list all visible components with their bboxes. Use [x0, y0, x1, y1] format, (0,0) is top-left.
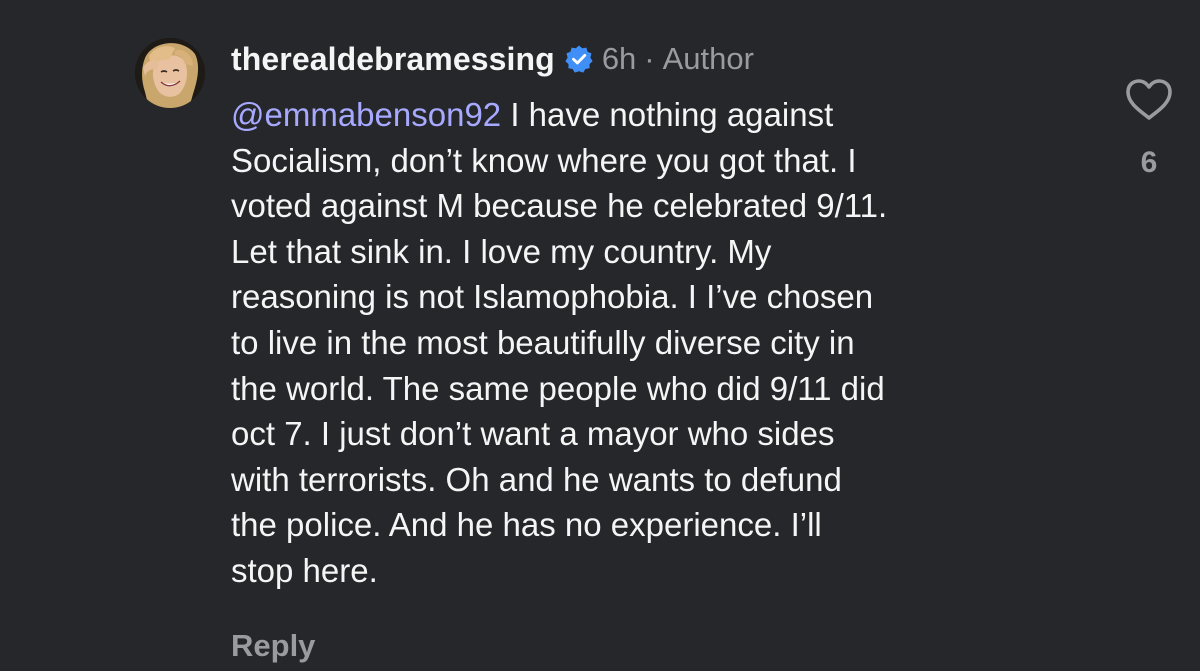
comment-line: Let that sink in. I love my country. My — [231, 232, 772, 270]
timestamp: 6h — [601, 41, 637, 76]
mention-link[interactable]: @emmabenson92 — [231, 96, 501, 133]
verified-badge-icon — [564, 44, 594, 74]
comment-line: I have nothing against — [501, 96, 834, 133]
comment-line: reasoning is not Islamophobia. I I’ve ch… — [231, 278, 874, 316]
reply-button[interactable]: Reply — [231, 628, 315, 664]
comment-line: oct 7. I just don’t want a mayor who sid… — [231, 415, 835, 453]
meta-separator: · — [644, 41, 655, 76]
comment-text: @emmabenson92 I have nothing against Soci… — [231, 92, 1091, 594]
comment-line: stop here. — [231, 551, 378, 589]
comment-line: with terrorists. Oh and he wants to defu… — [231, 460, 842, 498]
author-label: Author — [662, 41, 754, 76]
username-link[interactable]: therealdebramessing — [231, 41, 555, 78]
comment-header: therealdebramessing 6h · Author — [231, 38, 754, 80]
comment-line: to live in the most beautifully diverse … — [231, 323, 855, 361]
comment-line: the police. And he has no experience. I’… — [231, 506, 822, 544]
heart-outline-icon — [1126, 79, 1172, 120]
comment-line: Socialism, don’t know where you got that… — [231, 141, 857, 179]
comment-item: therealdebramessing 6h · Author @emmaben… — [0, 0, 1200, 671]
avatar[interactable] — [135, 38, 205, 108]
comment-line: voted against M because he celebrated 9/… — [231, 187, 888, 225]
like-count: 6 — [1140, 146, 1158, 179]
avatar-photo-icon — [135, 38, 205, 108]
comment-line: the world. The same people who did 9/11 … — [231, 369, 885, 407]
like-button[interactable] — [1124, 78, 1174, 122]
